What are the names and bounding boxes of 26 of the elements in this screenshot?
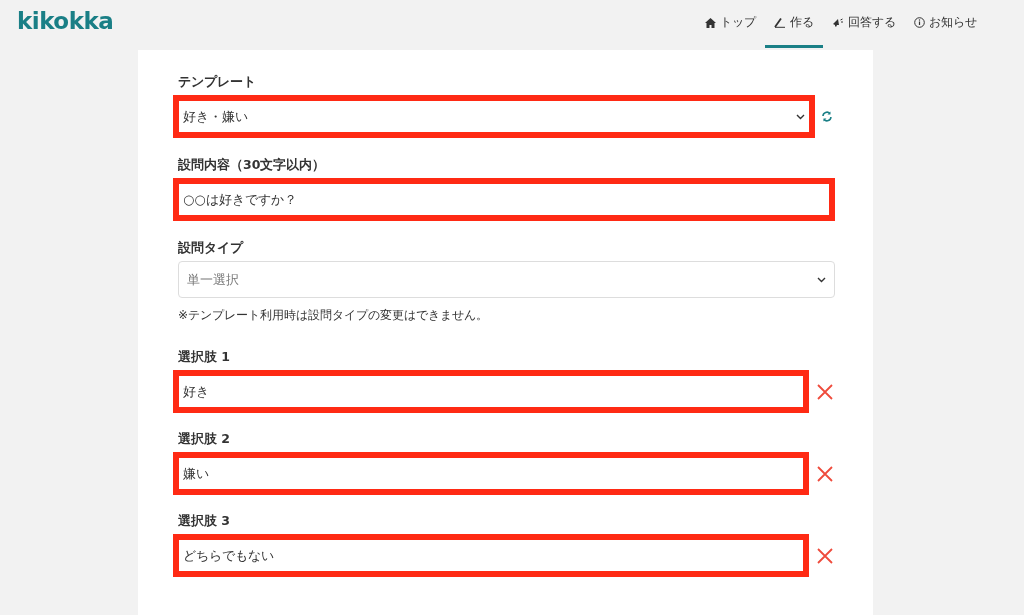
nav-link[interactable]: 回答する xyxy=(823,0,905,48)
dropdown[interactable]: 好き・嫌い xyxy=(173,95,816,138)
chevron-icon xyxy=(817,276,826,283)
close-icon[interactable] xyxy=(817,383,833,400)
home-icon xyxy=(705,17,716,28)
field-label: 選択肢 2 xyxy=(178,430,232,448)
text-input[interactable]: ○○は好きですか？ xyxy=(173,178,835,221)
field-label: テンプレート xyxy=(178,73,257,91)
nav-link[interactable]: お知らせ xyxy=(905,0,986,48)
close-icon[interactable] xyxy=(817,547,833,564)
helper-text: ※テンプレート利用時は設問タイプの変更はできません。 xyxy=(178,307,490,324)
logo[interactable]: kikokka xyxy=(17,8,114,34)
text-input[interactable]: 嫌い xyxy=(173,452,809,495)
field-label: 選択肢 3 xyxy=(178,512,232,530)
chevron-icon xyxy=(796,113,806,120)
info-icon xyxy=(914,17,925,28)
field-label: 設問タイプ xyxy=(178,239,245,257)
field-label: 設問内容（30文字以内） xyxy=(178,156,327,174)
pencil-icon xyxy=(774,17,786,28)
text-input[interactable]: 好き xyxy=(173,370,809,413)
nav-link[interactable]: トップ xyxy=(696,0,765,48)
close-icon[interactable] xyxy=(817,465,833,482)
megaphone-icon xyxy=(832,17,844,28)
text-input[interactable]: どちらでもない xyxy=(173,534,809,577)
field-label: 選択肢 1 xyxy=(178,348,232,366)
refresh-icon[interactable] xyxy=(821,111,833,122)
